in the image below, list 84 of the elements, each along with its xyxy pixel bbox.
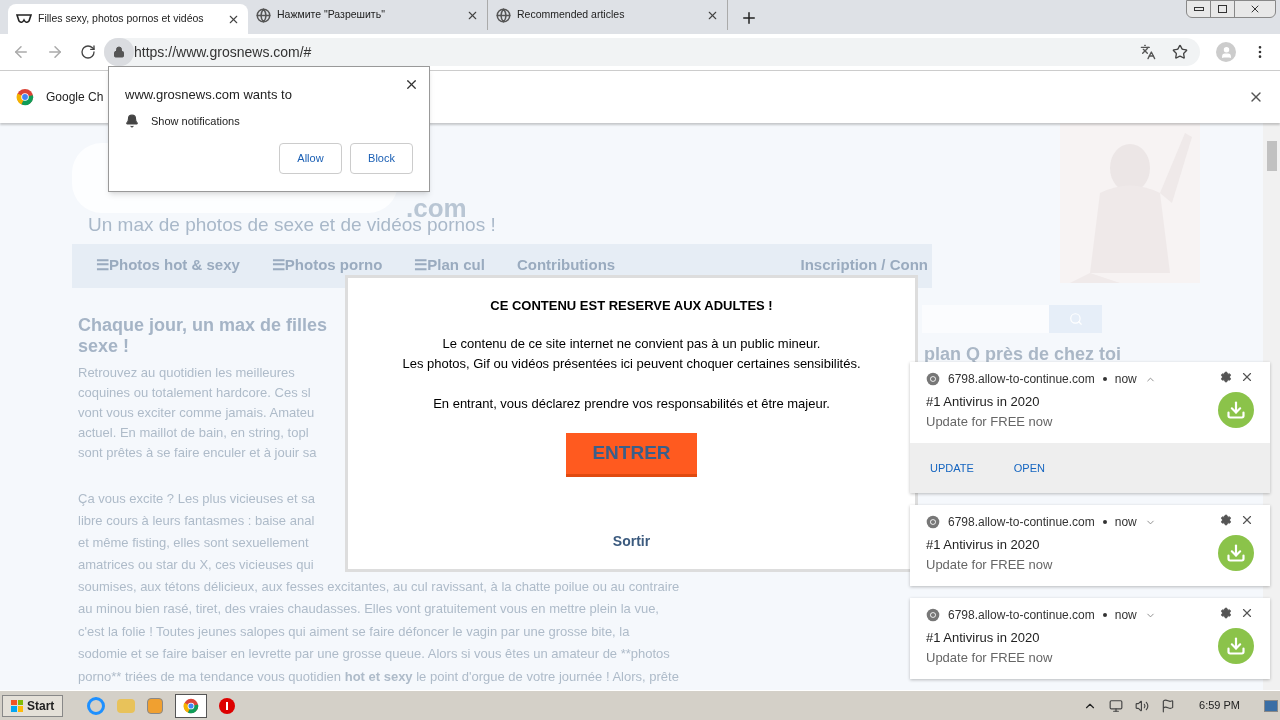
taskbar-item[interactable] xyxy=(175,693,208,718)
clock: 6:59 PM xyxy=(1199,698,1240,714)
close-icon[interactable] xyxy=(404,77,419,92)
permission-button[interactable]: Block xyxy=(350,143,413,174)
dialog-text: En entrant, vous déclarez prendre vos responsabilités et être majeur. xyxy=(433,394,830,413)
article-text: soumises, aux tétons délicieux, aux fesses excitantes, au cul ravissant, à la chatte poilue ou au contraire xyxy=(78,577,680,596)
globe-icon xyxy=(496,7,511,23)
notification-source: 6798.allow-to-continue.com xyxy=(948,514,1095,531)
article-text: porno** triées de ma tendance vous quotidien hot et sexy le point d'orgue de votre journée ! Alors, prête xyxy=(78,667,679,686)
article-text: et même fisting, elles sont sexuellement xyxy=(78,533,309,552)
article-heading: sexe ! xyxy=(78,335,130,357)
dialog-text: Les photos, Gif ou vidéos présentées ici peuvent choquer certaines sensibilités. xyxy=(402,354,861,373)
reload-icon[interactable] xyxy=(80,44,96,60)
article-text: Retrouvez au quotidien les meilleures xyxy=(78,363,295,382)
chrome-icon xyxy=(926,608,940,622)
notification-source: 6798.allow-to-continue.com xyxy=(948,371,1095,388)
chrome-icon xyxy=(16,88,34,106)
article-text: vont vous exciter comme jamais. Amateu xyxy=(78,403,315,422)
dialog-text: Le contenu de ce site internet ne convient pas à un public mineur. xyxy=(442,334,821,353)
translate-icon[interactable] xyxy=(1140,44,1156,60)
lock-icon xyxy=(113,46,125,58)
browser-tab[interactable]: Нажмите "Разрешить" xyxy=(248,0,488,30)
article-text: libre cours à leurs fantasmes : baise anal xyxy=(78,511,315,530)
speaker-icon[interactable] xyxy=(1135,698,1150,713)
browser-tab[interactable]: Recommended articles xyxy=(488,0,728,30)
popup-title: www.grosnews.com wants to xyxy=(125,86,293,104)
bell-icon xyxy=(125,113,139,128)
chrome-icon xyxy=(183,697,200,714)
stop-sign-icon[interactable] xyxy=(219,697,236,714)
notification-title: #1 Antivirus in 2020 xyxy=(926,629,1041,647)
globe-icon xyxy=(256,7,271,23)
browser-tab[interactable]: Filles sexy, photos pornos et vidéos xyxy=(8,4,248,34)
download-icon xyxy=(1218,392,1254,428)
notification-title: #1 Antivirus in 2020 xyxy=(926,393,1041,411)
flag-icon[interactable] xyxy=(1161,698,1176,713)
article-text: amatrices ou star du X, ces vicieuses qui xyxy=(78,555,314,574)
bullet-icon xyxy=(1102,613,1107,617)
settings-icon[interactable] xyxy=(1220,514,1232,526)
search-icon xyxy=(1068,311,1083,326)
notification-action[interactable]: UPDATE xyxy=(930,459,974,477)
notification-action[interactable]: OPEN xyxy=(1013,459,1045,477)
notification-time: now xyxy=(1114,514,1137,531)
notification-body: Update for FREE now xyxy=(926,555,1054,574)
close-icon[interactable] xyxy=(1240,370,1254,384)
article-text: sont prêtes à se faire enculer et à jouir sa xyxy=(78,443,317,462)
settings-icon[interactable] xyxy=(1220,607,1232,619)
notification-body: Update for FREE now xyxy=(926,648,1054,667)
bullet-icon xyxy=(1102,520,1107,524)
tab-title: Filles sexy, photos pornos et vidéos xyxy=(38,11,205,27)
close-icon[interactable] xyxy=(1240,513,1254,527)
article-text: coquines ou totalement hardcore. Ces sl xyxy=(78,383,311,402)
notification-body: Update for FREE now xyxy=(926,412,1054,431)
article-text: c'est la folie ! Toutes jeunes salopes qui aiment se faire défoncer le vagin par une grosse bite, la xyxy=(78,622,630,641)
permission-text: Show notifications xyxy=(151,113,240,129)
tab-title: Recommended articles xyxy=(517,7,626,23)
start-button[interactable]: Start xyxy=(2,694,64,717)
permission-button[interactable]: Allow xyxy=(279,143,342,174)
download-icon xyxy=(1218,628,1254,664)
close-icon[interactable] xyxy=(1240,606,1254,620)
infobar-text: Google Ch xyxy=(46,89,104,106)
settings-icon[interactable] xyxy=(1220,371,1232,383)
article-text: Ça vous excite ? Les plus vicieuses et sa xyxy=(78,489,315,508)
article-text: sodomie et se faire baiser en levrette par une grosse queue. Alors si vous êtes un amateur de **photos xyxy=(78,645,670,663)
url-text: https://www.grosnews.com/# xyxy=(134,42,312,62)
address-bar[interactable]: https://www.grosnews.com/# xyxy=(104,38,1200,66)
mask-icon xyxy=(16,13,32,25)
bullet-icon xyxy=(1102,377,1107,381)
new-tab-icon[interactable] xyxy=(740,9,758,27)
exit-link[interactable]: Sortir xyxy=(612,531,651,552)
show-desktop-icon[interactable] xyxy=(1264,699,1278,712)
article-text: au minou bien rasé, tiret, des vraies chaudasses. Elles vont gratuitement vous en mettre plein la vue, xyxy=(78,600,659,618)
notification-time: now xyxy=(1114,371,1137,388)
chrome-icon xyxy=(926,515,940,529)
article-text: actuel. En maillot de bain, en string, topl xyxy=(78,423,309,442)
bookmark-star-icon[interactable] xyxy=(1172,44,1188,60)
windows-logo-icon xyxy=(11,699,23,712)
dialog-title: CE CONTENU EST RESERVE AUX ADULTES ! xyxy=(490,297,773,315)
notification-title: #1 Antivirus in 2020 xyxy=(926,536,1041,554)
download-icon xyxy=(1218,535,1254,571)
notification-time: now xyxy=(1114,607,1137,624)
article-heading: Chaque jour, un max de filles xyxy=(78,314,328,336)
tab-title: Нажмите "Разрешить" xyxy=(277,7,386,23)
notification-source: 6798.allow-to-continue.com xyxy=(948,607,1095,624)
chrome-icon xyxy=(926,372,940,386)
